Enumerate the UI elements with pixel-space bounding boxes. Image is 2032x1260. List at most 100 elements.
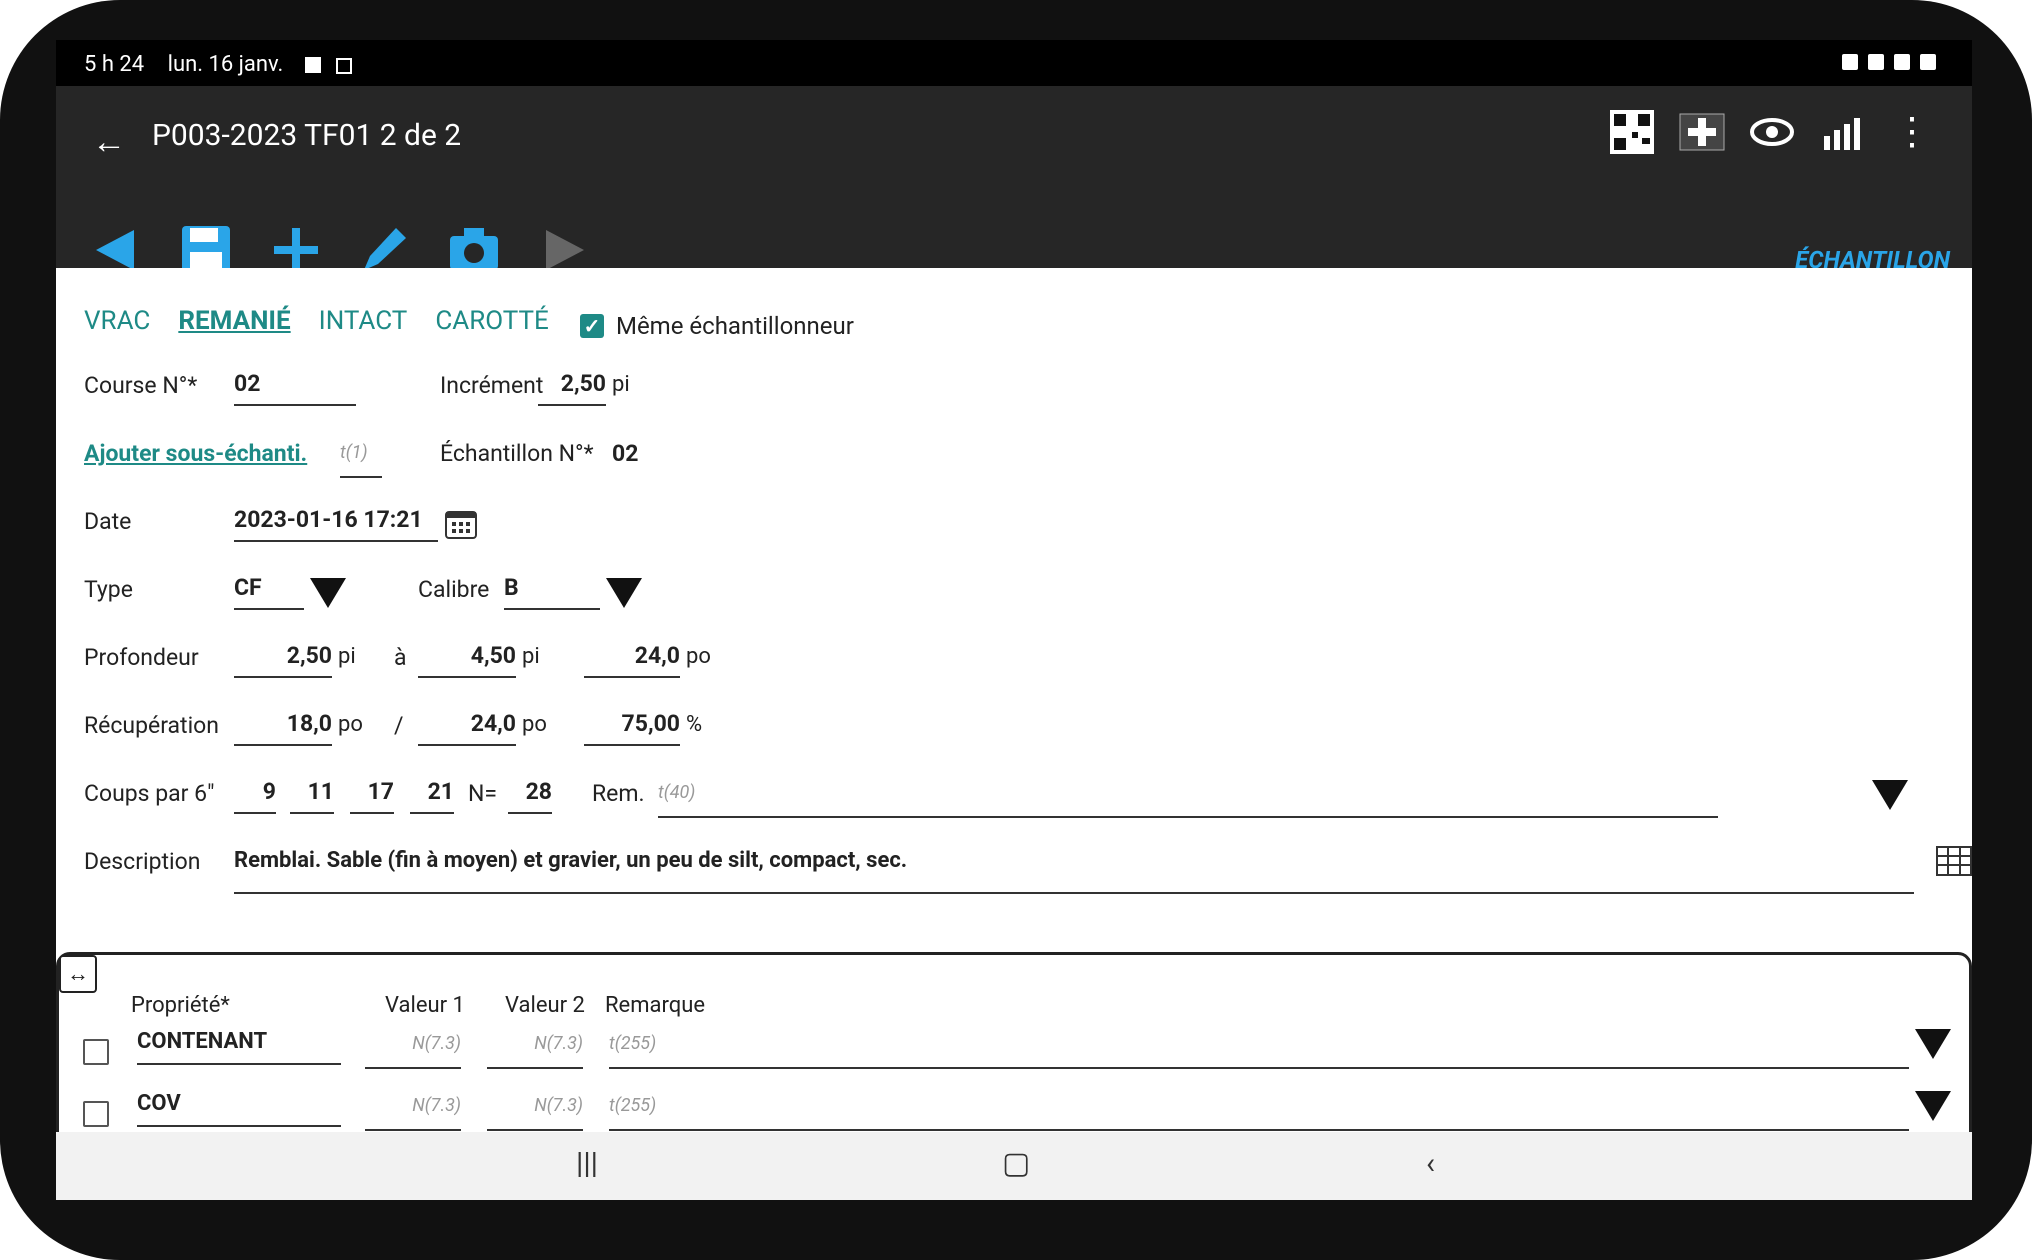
blows-input-4[interactable]: 21 xyxy=(410,778,454,814)
course-row: Course N°* 02 Incrément 2,50 pi xyxy=(84,362,1944,416)
view-button[interactable] xyxy=(1748,108,1796,156)
plus-box-icon xyxy=(1679,113,1725,151)
depth-from-input[interactable]: 2,50 xyxy=(234,642,332,678)
calibre-label: Calibre xyxy=(418,576,490,603)
row-dropdown-icon[interactable] xyxy=(1915,1091,1951,1121)
course-label: Course N°* xyxy=(84,372,198,399)
system-nav-bar: ||| ▢ ‹ xyxy=(56,1132,1972,1200)
calibre-select[interactable]: B xyxy=(504,574,600,610)
chart-button[interactable] xyxy=(1818,108,1866,156)
sample-type-tabs: VRAC REMANIÉ INTACT CAROTTÉ xyxy=(84,306,549,336)
properties-table: ↔ Propriété* Valeur 1 Valeur 2 Remarque … xyxy=(56,952,1972,1152)
recovery-pct-unit: % xyxy=(686,712,703,737)
image-icon xyxy=(304,57,321,73)
blows-input-3[interactable]: 17 xyxy=(350,778,394,814)
calendar-icon xyxy=(336,58,353,74)
row-dropdown-icon[interactable] xyxy=(1915,1029,1951,1059)
row-value2-input[interactable]: N(7.3) xyxy=(487,1091,583,1131)
date-label: Date xyxy=(84,508,132,535)
subsample-input[interactable]: t(1) xyxy=(340,438,382,478)
sample-form: VRAC REMANIÉ INTACT CAROTTÉ ✓ Même échan… xyxy=(56,268,1972,1168)
header-valeur-2: Valeur 2 xyxy=(505,993,585,1018)
row-remark-input[interactable]: t(255) xyxy=(609,1091,1909,1131)
row-value1-input[interactable]: N(7.3) xyxy=(365,1091,461,1131)
add-item-button[interactable] xyxy=(1678,108,1726,156)
calibre-dropdown-icon[interactable] xyxy=(606,578,642,608)
depth-separator: à xyxy=(394,644,407,671)
chart-icon xyxy=(1824,118,1860,150)
checkbox-checked-icon: ✓ xyxy=(580,314,604,338)
status-icons xyxy=(1842,54,1936,70)
page-title: P003-2023 TF01 2 de 2 xyxy=(152,118,462,153)
recents-icon[interactable]: ||| xyxy=(576,1146,598,1181)
row-value1-input[interactable]: N(7.3) xyxy=(365,1029,461,1069)
recovery-pct-input[interactable]: 75,00 xyxy=(584,710,680,746)
header-remarque: Remarque xyxy=(605,993,706,1018)
status-time: 5 h 24 lun. 16 janv. xyxy=(84,52,353,77)
recovery-b-input[interactable]: 24,0 xyxy=(418,710,516,746)
recovery-a-input[interactable]: 18,0 xyxy=(234,710,332,746)
row-value2-input[interactable]: N(7.3) xyxy=(487,1029,583,1069)
tab-carotte[interactable]: CAROTTÉ xyxy=(435,306,548,336)
row-remark-input[interactable]: t(255) xyxy=(609,1029,1909,1069)
mute-icon xyxy=(1842,54,1858,70)
same-sampler-label: Même échantillonneur xyxy=(616,312,854,340)
app-bar: ← P003-2023 TF01 2 de 2 ⋮ ÉCHANTILLON xyxy=(56,86,1972,274)
description-row: Description Remblai. Sable (fin à moyen)… xyxy=(84,838,1972,908)
rem-label: Rem. xyxy=(592,780,645,807)
status-bar: 5 h 24 lun. 16 janv. xyxy=(56,40,1972,86)
recovery-separator: / xyxy=(394,712,404,739)
sample-no-label: Échantillon N°* xyxy=(440,440,594,467)
more-vert-icon: ⋮ xyxy=(1893,110,1931,154)
tab-intact[interactable]: INTACT xyxy=(319,306,408,336)
back-button[interactable]: ← xyxy=(92,122,126,162)
depth-from-unit: pi xyxy=(338,644,356,669)
location-icon xyxy=(1868,54,1884,70)
home-icon[interactable]: ▢ xyxy=(1002,1146,1030,1181)
recovery-label: Récupération xyxy=(84,712,219,739)
recovery-b-unit: po xyxy=(522,712,547,737)
row-property-input[interactable]: CONTENANT xyxy=(137,1029,341,1065)
table-row: CONTENANT N(7.3) N(7.3) t(255) xyxy=(59,1021,1969,1081)
increment-input[interactable]: 2,50 xyxy=(538,370,606,406)
blows-input-2[interactable]: 11 xyxy=(290,778,334,814)
row-checkbox[interactable] xyxy=(83,1101,109,1127)
tab-remanie[interactable]: REMANIÉ xyxy=(178,306,290,336)
blows-n-input[interactable]: 28 xyxy=(508,778,552,814)
type-row: Type CF Calibre B xyxy=(84,566,1944,620)
arrow-left-icon: ← xyxy=(92,122,126,162)
grid-icon[interactable] xyxy=(1936,846,1972,882)
course-input[interactable]: 02 xyxy=(234,370,356,406)
qr-code-button[interactable] xyxy=(1608,108,1656,156)
add-subsample-link[interactable]: Ajouter sous-échanti. xyxy=(84,440,307,467)
header-propriete: Propriété* xyxy=(131,993,230,1018)
depth-row: Profondeur 2,50 pi à 4,50 pi 24,0 po xyxy=(84,634,1944,688)
resize-handle[interactable]: ↔ xyxy=(59,955,97,993)
date-row: Date 2023-01-16 17:21 xyxy=(84,498,1944,552)
calendar-picker-icon[interactable] xyxy=(444,506,478,546)
date-input[interactable]: 2023-01-16 17:21 xyxy=(234,506,438,542)
blows-input-1[interactable]: 9 xyxy=(234,778,276,814)
recovery-row: Récupération 18,0 po / 24,0 po 75,00 % xyxy=(84,702,1944,756)
rem-input[interactable]: t(40) xyxy=(658,778,1718,818)
type-dropdown-icon[interactable] xyxy=(310,578,346,608)
type-label: Type xyxy=(84,576,133,603)
depth-label: Profondeur xyxy=(84,644,199,671)
depth-length-unit: po xyxy=(686,644,711,669)
depth-to-input[interactable]: 4,50 xyxy=(418,642,516,678)
rem-dropdown-icon[interactable] xyxy=(1872,780,1908,810)
depth-length-input[interactable]: 24,0 xyxy=(584,642,680,678)
depth-to-unit: pi xyxy=(522,644,540,669)
row-checkbox[interactable] xyxy=(83,1039,109,1065)
back-nav-icon[interactable]: ‹ xyxy=(1426,1146,1435,1181)
description-input[interactable]: Remblai. Sable (fin à moyen) et gravier,… xyxy=(234,846,1914,894)
sample-no-value: 02 xyxy=(612,440,639,467)
blows-label: Coups par 6" xyxy=(84,780,215,807)
header-valeur-1: Valeur 1 xyxy=(385,993,465,1018)
overflow-menu-button[interactable]: ⋮ xyxy=(1888,108,1936,156)
tab-vrac[interactable]: VRAC xyxy=(84,306,150,336)
same-sampler-checkbox[interactable]: ✓ Même échantillonneur xyxy=(580,312,854,340)
row-property-input[interactable]: COV xyxy=(137,1091,341,1127)
type-select[interactable]: CF xyxy=(234,574,304,610)
eye-icon xyxy=(1750,118,1794,146)
